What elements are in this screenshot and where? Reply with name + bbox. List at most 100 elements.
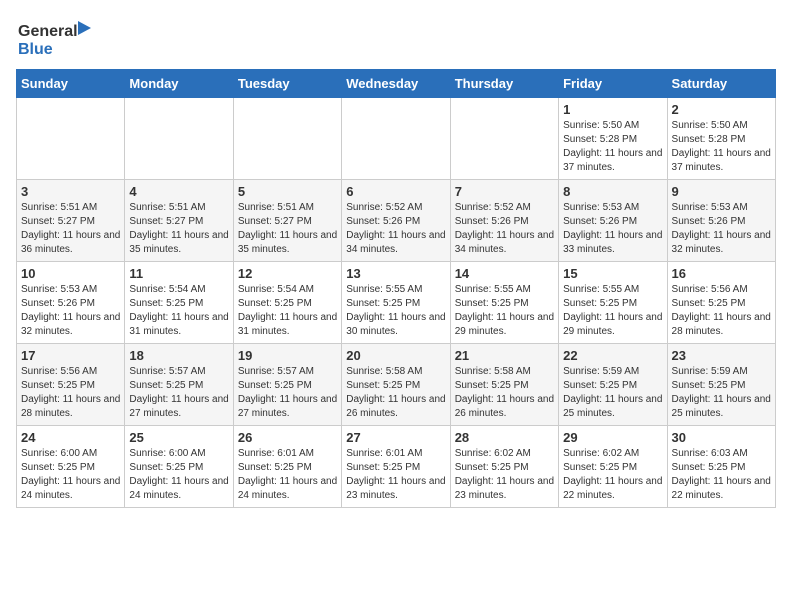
- calendar-cell: 6Sunrise: 5:52 AM Sunset: 5:26 PM Daylig…: [342, 180, 450, 262]
- calendar-cell: 5 Sunrise: 5:51 AM Sunset: 5:27 PM Daylig…: [233, 180, 341, 262]
- day-number: 4: [129, 184, 228, 199]
- cell-info: Sunrise: 5:56 AM Sunset: 5:25 PM Dayligh…: [21, 365, 120, 421]
- calendar-cell: 24 Sunrise: 6:00 AM Sunset: 5:25 PM Dayli…: [17, 426, 125, 508]
- day-number: 15: [563, 266, 662, 281]
- calendar-cell: 13 Sunrise: 5:55 AM Sunset: 5:25 PM Dayli…: [342, 262, 450, 344]
- calendar-cell: 19 Sunrise: 5:57 AM Sunset: 5:25 PM Dayli…: [233, 344, 341, 426]
- cell-info: Sunrise: 5:58 AM Sunset: 5:25 PM Dayligh…: [346, 365, 445, 421]
- day-number: 9: [672, 184, 771, 199]
- cell-info: Sunrise: 6:00 AM Sunset: 5:25 PM Dayligh…: [129, 447, 228, 503]
- calendar-week-row: 17 Sunrise: 5:56 AM Sunset: 5:25 PM Dayli…: [17, 344, 776, 426]
- cell-info: Sunrise: 5:53 AM Sunset: 5:26 PM Dayligh…: [672, 201, 771, 257]
- day-number: 11: [129, 266, 228, 281]
- calendar-cell: [233, 98, 341, 180]
- weekday-header-friday: Friday: [559, 70, 667, 98]
- cell-info: Sunrise: 6:03 AM Sunset: 5:25 PM Dayligh…: [672, 447, 771, 503]
- calendar-cell: [17, 98, 125, 180]
- cell-info: Sunrise: 5:50 AM Sunset: 5:28 PM Dayligh…: [672, 119, 771, 175]
- cell-info: Sunrise: 6:01 AM Sunset: 5:25 PM Dayligh…: [238, 447, 337, 503]
- cell-info: Sunrise: 5:52 AM Sunset: 5:26 PM Dayligh…: [455, 201, 554, 257]
- day-number: 28: [455, 430, 554, 445]
- calendar-header-row: SundayMondayTuesdayWednesdayThursdayFrid…: [17, 70, 776, 98]
- calendar-week-row: 10 Sunrise: 5:53 AM Sunset: 5:26 PM Dayli…: [17, 262, 776, 344]
- day-number: 26: [238, 430, 337, 445]
- logo: GeneralBlue: [16, 16, 106, 61]
- day-number: 25: [129, 430, 228, 445]
- cell-info: Sunrise: 5:57 AM Sunset: 5:25 PM Dayligh…: [238, 365, 337, 421]
- cell-info: Sunrise: 5:57 AM Sunset: 5:25 PM Dayligh…: [129, 365, 228, 421]
- weekday-header-thursday: Thursday: [450, 70, 558, 98]
- cell-info: Sunrise: 5:54 AM Sunset: 5:25 PM Dayligh…: [238, 283, 337, 339]
- calendar-cell: 20 Sunrise: 5:58 AM Sunset: 5:25 PM Dayli…: [342, 344, 450, 426]
- calendar-cell: 17 Sunrise: 5:56 AM Sunset: 5:25 PM Dayli…: [17, 344, 125, 426]
- day-number: 7: [455, 184, 554, 199]
- day-number: 19: [238, 348, 337, 363]
- weekday-header-saturday: Saturday: [667, 70, 775, 98]
- weekday-header-wednesday: Wednesday: [342, 70, 450, 98]
- calendar-cell: 27 Sunrise: 6:01 AM Sunset: 5:25 PM Dayli…: [342, 426, 450, 508]
- calendar-cell: 15 Sunrise: 5:55 AM Sunset: 5:25 PM Dayli…: [559, 262, 667, 344]
- cell-info: Sunrise: 6:02 AM Sunset: 5:25 PM Dayligh…: [563, 447, 662, 503]
- day-number: 12: [238, 266, 337, 281]
- day-number: 3: [21, 184, 120, 199]
- day-number: 13: [346, 266, 445, 281]
- cell-info: Sunrise: 5:50 AM Sunset: 5:28 PM Dayligh…: [563, 119, 662, 175]
- calendar-cell: 16 Sunrise: 5:56 AM Sunset: 5:25 PM Dayli…: [667, 262, 775, 344]
- cell-info: Sunrise: 5:56 AM Sunset: 5:25 PM Dayligh…: [672, 283, 771, 339]
- calendar-cell: 9 Sunrise: 5:53 AM Sunset: 5:26 PM Daylig…: [667, 180, 775, 262]
- cell-info: Sunrise: 6:00 AM Sunset: 5:25 PM Dayligh…: [21, 447, 120, 503]
- cell-info: Sunrise: 5:53 AM Sunset: 5:26 PM Dayligh…: [21, 283, 120, 339]
- calendar-cell: 2 Sunrise: 5:50 AM Sunset: 5:28 PM Daylig…: [667, 98, 775, 180]
- calendar-cell: 11 Sunrise: 5:54 AM Sunset: 5:25 PM Dayli…: [125, 262, 233, 344]
- calendar-cell: 26 Sunrise: 6:01 AM Sunset: 5:25 PM Dayli…: [233, 426, 341, 508]
- day-number: 23: [672, 348, 771, 363]
- day-number: 1: [563, 102, 662, 117]
- cell-info: Sunrise: 5:55 AM Sunset: 5:25 PM Dayligh…: [563, 283, 662, 339]
- calendar-cell: 14Sunrise: 5:55 AM Sunset: 5:25 PM Dayli…: [450, 262, 558, 344]
- calendar-week-row: 1 Sunrise: 5:50 AM Sunset: 5:28 PM Daylig…: [17, 98, 776, 180]
- calendar-cell: 1 Sunrise: 5:50 AM Sunset: 5:28 PM Daylig…: [559, 98, 667, 180]
- day-number: 8: [563, 184, 662, 199]
- day-number: 14: [455, 266, 554, 281]
- day-number: 10: [21, 266, 120, 281]
- cell-info: Sunrise: 5:53 AM Sunset: 5:26 PM Dayligh…: [563, 201, 662, 257]
- day-number: 24: [21, 430, 120, 445]
- cell-info: Sunrise: 5:54 AM Sunset: 5:25 PM Dayligh…: [129, 283, 228, 339]
- weekday-header-sunday: Sunday: [17, 70, 125, 98]
- page-header: GeneralBlue: [16, 16, 776, 61]
- calendar-cell: 7 Sunrise: 5:52 AM Sunset: 5:26 PM Daylig…: [450, 180, 558, 262]
- day-number: 5: [238, 184, 337, 199]
- weekday-header-tuesday: Tuesday: [233, 70, 341, 98]
- cell-info: Sunrise: 6:02 AM Sunset: 5:25 PM Dayligh…: [455, 447, 554, 503]
- cell-info: Sunrise: 5:59 AM Sunset: 5:25 PM Dayligh…: [672, 365, 771, 421]
- day-number: 17: [21, 348, 120, 363]
- calendar-cell: 30 Sunrise: 6:03 AM Sunset: 5:25 PM Dayli…: [667, 426, 775, 508]
- calendar-table: SundayMondayTuesdayWednesdayThursdayFrid…: [16, 69, 776, 508]
- day-number: 18: [129, 348, 228, 363]
- calendar-cell: 29Sunrise: 6:02 AM Sunset: 5:25 PM Dayli…: [559, 426, 667, 508]
- calendar-week-row: 3 Sunrise: 5:51 AM Sunset: 5:27 PM Daylig…: [17, 180, 776, 262]
- calendar-cell: [125, 98, 233, 180]
- day-number: 20: [346, 348, 445, 363]
- cell-info: Sunrise: 5:51 AM Sunset: 5:27 PM Dayligh…: [129, 201, 228, 257]
- cell-info: Sunrise: 5:59 AM Sunset: 5:25 PM Dayligh…: [563, 365, 662, 421]
- day-number: 2: [672, 102, 771, 117]
- calendar-cell: 21Sunrise: 5:58 AM Sunset: 5:25 PM Dayli…: [450, 344, 558, 426]
- calendar-cell: 3Sunrise: 5:51 AM Sunset: 5:27 PM Daylig…: [17, 180, 125, 262]
- calendar-cell: 18 Sunrise: 5:57 AM Sunset: 5:25 PM Dayli…: [125, 344, 233, 426]
- day-number: 30: [672, 430, 771, 445]
- cell-info: Sunrise: 5:55 AM Sunset: 5:25 PM Dayligh…: [346, 283, 445, 339]
- cell-info: Sunrise: 6:01 AM Sunset: 5:25 PM Dayligh…: [346, 447, 445, 503]
- cell-info: Sunrise: 5:52 AM Sunset: 5:26 PM Dayligh…: [346, 201, 445, 257]
- calendar-cell: 28 Sunrise: 6:02 AM Sunset: 5:25 PM Dayli…: [450, 426, 558, 508]
- cell-info: Sunrise: 5:51 AM Sunset: 5:27 PM Dayligh…: [238, 201, 337, 257]
- svg-text:Blue: Blue: [18, 41, 53, 58]
- day-number: 16: [672, 266, 771, 281]
- weekday-header-monday: Monday: [125, 70, 233, 98]
- calendar-cell: [450, 98, 558, 180]
- day-number: 21: [455, 348, 554, 363]
- calendar-cell: 23 Sunrise: 5:59 AM Sunset: 5:25 PM Dayli…: [667, 344, 775, 426]
- calendar-week-row: 24 Sunrise: 6:00 AM Sunset: 5:25 PM Dayli…: [17, 426, 776, 508]
- day-number: 22: [563, 348, 662, 363]
- day-number: 27: [346, 430, 445, 445]
